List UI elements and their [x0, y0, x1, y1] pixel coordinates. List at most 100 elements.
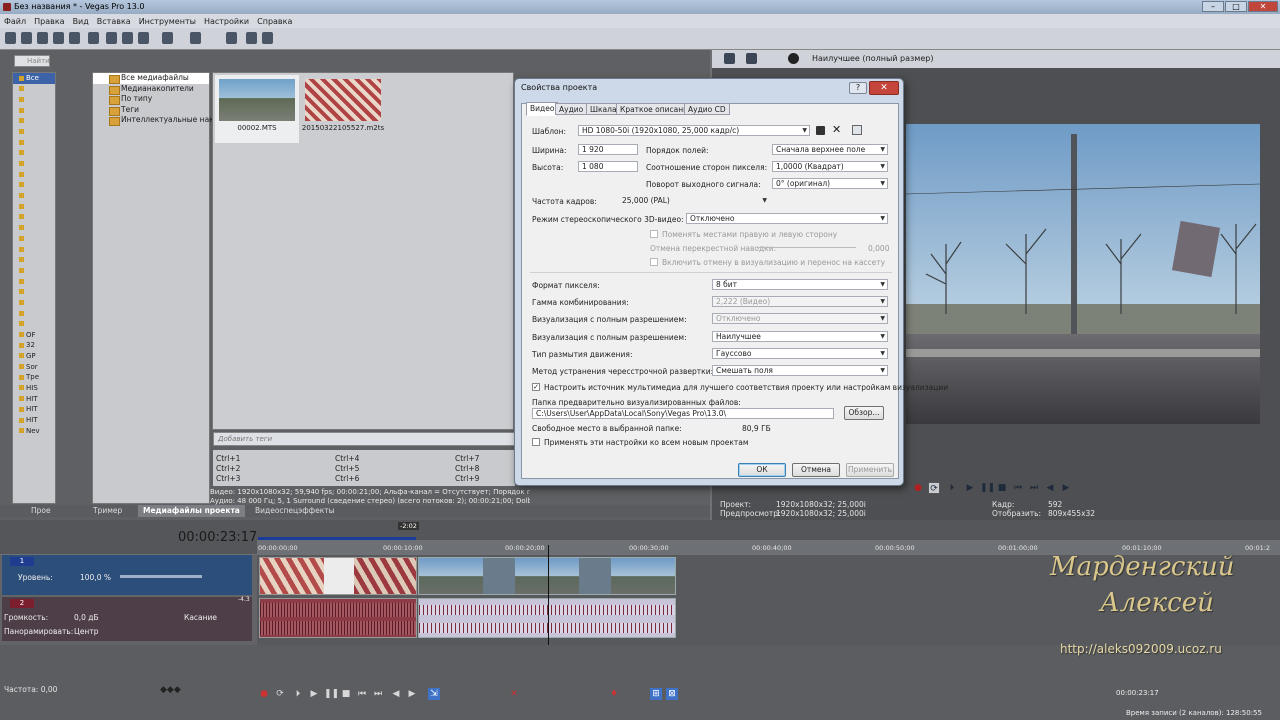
close-button[interactable]: ✕: [1248, 1, 1278, 12]
copy-icon[interactable]: [122, 32, 133, 44]
tree-item[interactable]: [13, 159, 55, 170]
automation-mode[interactable]: Касание: [184, 613, 217, 622]
media-tree-storage[interactable]: Медианакопители: [93, 84, 209, 94]
rotation-select[interactable]: 0° (оригинал) ▼: [772, 178, 888, 189]
next-frame-icon[interactable]: ▶: [1060, 482, 1072, 494]
media-tree-all[interactable]: Все медиафайлы: [93, 73, 209, 84]
render-icon[interactable]: [69, 32, 80, 44]
tree-item[interactable]: [13, 201, 55, 212]
pause-icon[interactable]: ❚❚: [980, 482, 995, 494]
menu-options[interactable]: Настройки: [204, 17, 249, 26]
new-icon[interactable]: [5, 32, 16, 44]
tab-project-media[interactable]: Медиафайлы проекта: [138, 505, 245, 517]
record-icon[interactable]: ●: [912, 482, 924, 494]
apply-button[interactable]: Применить: [846, 463, 894, 477]
tree-item[interactable]: [13, 319, 55, 330]
minimize-button[interactable]: –: [1202, 1, 1224, 12]
add-tags-input[interactable]: Добавить теги: [213, 432, 515, 446]
media-tree-tags[interactable]: Теги: [93, 105, 209, 115]
loop-icon[interactable]: ⟳: [928, 482, 940, 494]
height-field[interactable]: 1 080: [578, 161, 638, 172]
tree-item[interactable]: [13, 244, 55, 255]
fullres1-select[interactable]: Отключено ▼: [712, 313, 888, 324]
explorer-tree[interactable]: Все OF 32 GP Sor Тре HIS HIT HIT HIT Nev: [12, 72, 56, 504]
stereo-select[interactable]: Отключено ▼: [686, 213, 888, 224]
preview-quality-select[interactable]: Наилучшее (полный размер): [812, 50, 933, 68]
tab-trimmer[interactable]: Тример: [88, 505, 127, 517]
tree-item[interactable]: HIT: [13, 415, 55, 426]
video-clip[interactable]: [418, 557, 676, 595]
tree-item[interactable]: [13, 169, 55, 180]
tree-item[interactable]: GP: [13, 351, 55, 362]
cancel-button[interactable]: Отмена: [792, 463, 840, 477]
cut-icon[interactable]: [106, 32, 117, 44]
preview-settings-icon[interactable]: [724, 53, 735, 64]
tree-item[interactable]: [13, 191, 55, 202]
media-tree-smart[interactable]: Интеллектуальные наког: [93, 115, 222, 126]
tree-item[interactable]: [13, 255, 55, 266]
tree-item[interactable]: [13, 148, 55, 159]
undo-icon[interactable]: [162, 32, 173, 44]
paste-icon[interactable]: [138, 32, 149, 44]
browse-button[interactable]: Обзор...: [844, 406, 884, 420]
media-thumbnail[interactable]: 00002.MTS: [215, 75, 299, 143]
tree-item[interactable]: HIT: [13, 394, 55, 405]
adapt-source-checkbox[interactable]: ✓: [532, 383, 540, 391]
match-media-icon[interactable]: [852, 125, 862, 135]
media-thumbnail[interactable]: 20150322105527.m2ts: [301, 75, 385, 143]
tab-video[interactable]: Видео: [526, 102, 559, 116]
record-icon[interactable]: ●: [258, 688, 270, 700]
snap-icon[interactable]: [246, 32, 257, 44]
tree-item[interactable]: [13, 105, 55, 116]
loop-icon[interactable]: ⟳: [274, 688, 286, 700]
tree-item[interactable]: OF: [13, 330, 55, 341]
stop-icon[interactable]: ■: [996, 482, 1008, 494]
tree-item[interactable]: HIT: [13, 404, 55, 415]
tab-video-fx[interactable]: Видеоспецэффекты: [250, 505, 340, 517]
maximize-button[interactable]: □: [1225, 1, 1247, 12]
tree-item[interactable]: [13, 126, 55, 137]
prev-frame-icon[interactable]: ◀: [1044, 482, 1056, 494]
tree-item[interactable]: Sor: [13, 362, 55, 373]
deinterlace-select[interactable]: Смешать поля ▼: [712, 365, 888, 376]
explorer-search[interactable]: Найти: [14, 55, 50, 67]
marker-icon[interactable]: ♦: [608, 688, 620, 700]
help-button[interactable]: ?: [849, 82, 867, 94]
level-slider[interactable]: [120, 575, 202, 578]
tree-item[interactable]: HIS: [13, 383, 55, 394]
delete-icon[interactable]: ✕: [508, 688, 520, 700]
template-select[interactable]: HD 1080-50i (1920x1080, 25,000 кадр/с) ▼: [578, 125, 810, 136]
prev-frame-icon[interactable]: ◀: [390, 688, 402, 700]
edit-tool-icon[interactable]: ⇲: [428, 688, 440, 700]
go-start-icon[interactable]: ⏮: [1012, 482, 1024, 494]
delete-template-icon[interactable]: ✕: [832, 123, 841, 136]
save-as-icon[interactable]: [53, 32, 64, 44]
tab-audio[interactable]: Аудио: [555, 103, 588, 115]
menu-file[interactable]: Файл: [4, 17, 26, 26]
tree-item[interactable]: [13, 137, 55, 148]
tree-item[interactable]: [13, 276, 55, 287]
stop-icon[interactable]: ■: [340, 688, 352, 700]
video-clip[interactable]: [259, 557, 417, 595]
pause-icon[interactable]: ❚❚: [324, 688, 339, 700]
video-track-header[interactable]: 1 Уровень: 100,0 %: [2, 555, 252, 595]
tree-item[interactable]: Все: [13, 73, 55, 84]
timeline-timecode[interactable]: 00:00:23:17: [178, 530, 257, 545]
go-end-icon[interactable]: ⏭: [372, 688, 384, 700]
menu-edit[interactable]: Правка: [34, 17, 64, 26]
tree-item[interactable]: Тре: [13, 372, 55, 383]
menu-help[interactable]: Справка: [257, 17, 292, 26]
pixel-aspect-select[interactable]: 1,0000 (Квадрат) ▼: [772, 161, 888, 172]
tree-item[interactable]: [13, 212, 55, 223]
audio-clip[interactable]: [418, 598, 676, 638]
go-end-icon[interactable]: ⏭: [1028, 482, 1040, 494]
tab-audio-cd[interactable]: Аудио CD: [684, 103, 730, 115]
go-start-icon[interactable]: ⏮: [356, 688, 368, 700]
tree-item[interactable]: [13, 180, 55, 191]
cancel-render-checkbox[interactable]: [650, 258, 658, 266]
tree-item[interactable]: [13, 297, 55, 308]
dialog-close-button[interactable]: ✕: [869, 81, 899, 95]
audio-clip[interactable]: [259, 598, 417, 638]
split-icon[interactable]: [788, 53, 799, 64]
tool-icon[interactable]: [262, 32, 273, 44]
